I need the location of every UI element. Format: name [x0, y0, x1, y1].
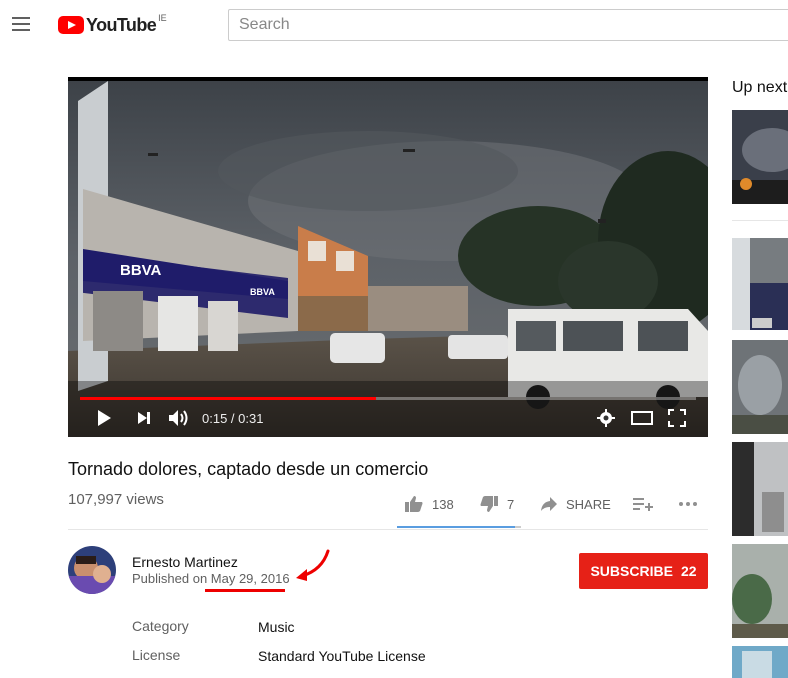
youtube-logo[interactable]: YouTube IE: [58, 13, 167, 37]
video-player[interactable]: BBVA BBVA 0:15 / 0:31: [68, 77, 708, 437]
up-next-thumbnail[interactable]: [732, 646, 788, 678]
share-arrow-icon: [541, 497, 557, 511]
annotation-underline: [205, 589, 285, 592]
meta-license-label: License: [132, 647, 181, 663]
more-actions-button[interactable]: [678, 494, 698, 514]
view-count: 107,997 views: [68, 491, 164, 508]
search-placeholder: Search: [239, 16, 290, 33]
subscribe-button[interactable]: SUBSCRIBE 22: [579, 553, 708, 589]
subscriber-count: 22: [680, 563, 697, 579]
channel-name[interactable]: Ernesto Martinez: [132, 554, 238, 570]
menu-icon[interactable]: [12, 17, 32, 33]
channel-avatar[interactable]: [68, 546, 116, 594]
up-next-label: Up next: [732, 79, 788, 96]
meta-category-label: Category: [132, 618, 189, 634]
search-input[interactable]: Search: [228, 9, 788, 41]
up-next-thumbnail[interactable]: [732, 442, 788, 536]
masthead: YouTube IE Search: [0, 0, 788, 50]
next-icon[interactable]: [136, 409, 152, 427]
billboard-text-small: BBVA: [250, 287, 275, 297]
sentiment-bar: [397, 526, 521, 528]
time-display: 0:15 / 0:31: [202, 411, 264, 426]
annotation-arrow-icon: [296, 549, 330, 581]
video-title: Tornado dolores, captado desde un comerc…: [68, 459, 429, 479]
up-next-thumbnail[interactable]: [732, 238, 788, 330]
thumbs-down-icon: [480, 496, 498, 512]
meta-license-value: Standard YouTube License: [258, 648, 426, 664]
volume-icon[interactable]: [168, 409, 190, 427]
progress-bar[interactable]: [80, 397, 696, 400]
video-frame: BBVA BBVA: [68, 81, 708, 437]
fullscreen-icon[interactable]: [668, 409, 686, 427]
subscribe-label: SUBSCRIBE: [590, 563, 673, 579]
more-horizontal-icon: [679, 502, 697, 506]
up-next-thumbnail[interactable]: [732, 340, 788, 434]
player-controls: 0:15 / 0:31: [68, 403, 708, 433]
published-prefix: Published on: [132, 571, 211, 586]
share-button[interactable]: SHARE: [540, 494, 611, 514]
like-count: 138: [432, 496, 454, 512]
playlist-add-icon: [633, 498, 653, 511]
like-button[interactable]: 138: [404, 494, 454, 514]
dislike-button[interactable]: 7: [479, 494, 514, 514]
share-label: SHARE: [566, 496, 611, 512]
thumbs-up-icon: [405, 496, 423, 512]
youtube-play-logo-icon: [58, 16, 84, 34]
sentiment-bar-fill: [397, 526, 515, 528]
dislike-count: 7: [507, 496, 515, 512]
sidebar-divider: [732, 220, 788, 221]
logo-text: YouTube: [86, 14, 157, 35]
published-date: May 29, 2016: [210, 571, 290, 586]
settings-gear-icon[interactable]: [597, 409, 615, 427]
up-next-thumbnail[interactable]: [732, 544, 788, 638]
section-divider: [68, 529, 708, 530]
publish-date: Published on May 29, 2016: [132, 571, 290, 586]
add-to-playlist-button[interactable]: [633, 494, 653, 514]
theater-mode-icon[interactable]: [631, 409, 653, 427]
billboard-text: BBVA: [120, 262, 162, 279]
progress-fill: [80, 397, 376, 400]
logo-region: IE: [158, 13, 167, 23]
up-next-thumbnail[interactable]: [732, 110, 788, 204]
play-icon[interactable]: [96, 409, 112, 427]
meta-category-value[interactable]: Music: [258, 619, 295, 635]
